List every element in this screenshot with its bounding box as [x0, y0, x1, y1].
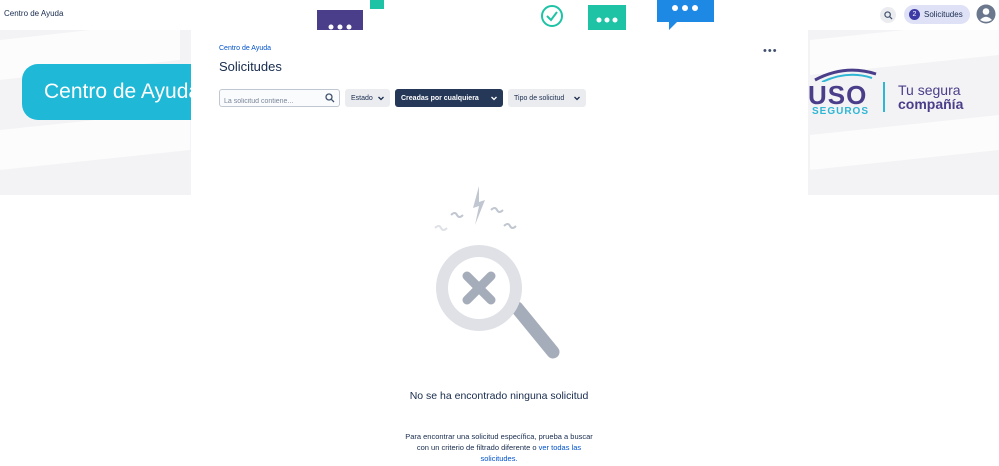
- brand-link[interactable]: Centro de Ayuda: [4, 9, 63, 18]
- requests-button[interactable]: 2 Solicitudes: [904, 5, 970, 24]
- chevron-down-icon: [574, 96, 580, 101]
- breadcrumb[interactable]: Centro de Ayuda: [219, 45, 271, 52]
- created-by-filter-label: Creadas por cualquiera: [401, 94, 479, 102]
- more-icon[interactable]: •••: [763, 45, 778, 57]
- logo-divider: [883, 82, 885, 112]
- chevron-down-icon: [491, 96, 497, 101]
- company-logo: USO SEGUROS Tu segura compañía: [800, 66, 990, 120]
- global-search-button[interactable]: [880, 7, 896, 23]
- created-by-filter-dropdown[interactable]: Creadas por cualquiera: [395, 89, 503, 107]
- search-icon[interactable]: [325, 93, 335, 103]
- logo-tagline-2: compañía: [898, 96, 964, 112]
- chevron-down-icon: [378, 96, 384, 101]
- page-title: Solicitudes: [219, 59, 282, 74]
- search-icon: [883, 10, 893, 20]
- top-navigation: Centro de Ayuda 2 Solicitudes: [0, 0, 999, 30]
- request-search-field[interactable]: [219, 89, 340, 110]
- requests-label: Solicitudes: [924, 10, 963, 19]
- request-type-filter-label: Tipo de solicitud: [514, 94, 565, 102]
- requests-count-badge: 2: [909, 9, 920, 20]
- status-filter-label: Estado: [351, 94, 373, 102]
- status-filter-dropdown[interactable]: Estado: [345, 89, 390, 107]
- empty-search-illustration: [434, 186, 560, 359]
- logo-sub-text: SEGUROS: [812, 106, 870, 117]
- empty-state-description: Para encontrar una solicitud específica,…: [399, 431, 599, 464]
- user-avatar-icon[interactable]: [976, 4, 996, 24]
- help-center-pill-text: Centro de Ayuda: [44, 80, 201, 103]
- empty-state-title: No se ha encontrado ninguna solicitud: [409, 390, 589, 402]
- requests-panel: Centro de Ayuda Solicitudes ••• Estado C…: [191, 30, 808, 466]
- request-search-input[interactable]: [220, 93, 320, 110]
- request-type-filter-dropdown[interactable]: Tipo de solicitud: [508, 89, 586, 107]
